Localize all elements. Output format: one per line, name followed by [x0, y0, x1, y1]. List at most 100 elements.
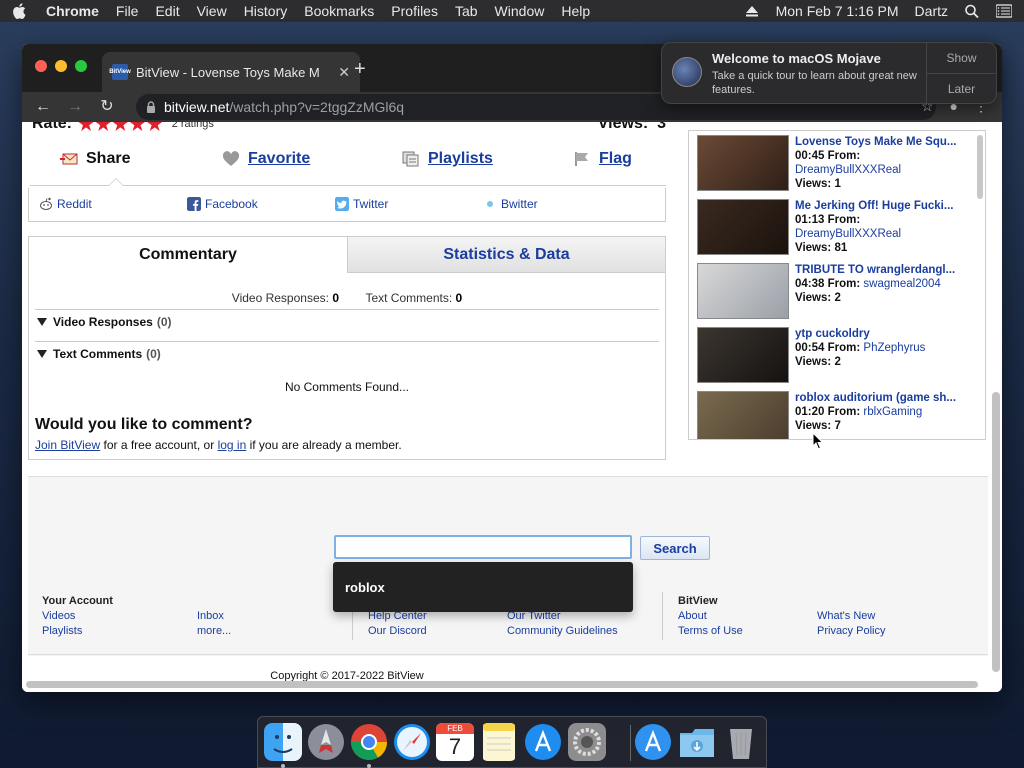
menu-bookmarks[interactable]: Bookmarks [304, 3, 374, 19]
new-tab-icon[interactable]: + [354, 58, 366, 81]
menubar-user[interactable]: Dartz [915, 3, 948, 19]
launchpad-icon[interactable] [307, 723, 345, 761]
response-counts: Video Responses: 0 Text Comments: 0 [29, 291, 665, 305]
macos-notification[interactable]: Welcome to macOS Mojave Take a quick tou… [661, 42, 997, 104]
notification-center-icon[interactable] [996, 4, 1012, 18]
video-thumbnail[interactable] [697, 263, 789, 319]
playlists-button[interactable]: Playlists [402, 150, 493, 168]
related-video-item[interactable]: Lovense Toys Make Me Squ... 00:45 From: Dr… [697, 135, 977, 193]
menu-app-name[interactable]: Chrome [46, 3, 99, 19]
menu-window[interactable]: Window [495, 3, 545, 19]
window-zoom-button[interactable] [75, 60, 87, 72]
related-video-item[interactable]: Me Jerking Off! Huge Fucki... 01:13 From:… [697, 199, 977, 257]
menu-file[interactable]: File [116, 3, 139, 19]
calendar-day: 7 [448, 734, 462, 759]
tab-close-icon[interactable]: ✕ [338, 64, 350, 81]
app-store-folder-icon[interactable] [634, 723, 672, 761]
footer-link-videos[interactable]: Videos [42, 609, 113, 624]
share-caret [108, 178, 124, 186]
footer-link-about[interactable]: About [678, 609, 743, 624]
footer-search-input[interactable] [334, 535, 632, 559]
search-autocomplete-suggestion[interactable]: roblox [333, 562, 633, 612]
related-video-title[interactable]: ytp cuckoldry [795, 327, 975, 341]
share-twitter-link[interactable]: Twitter [335, 197, 388, 211]
video-thumbnail[interactable] [697, 327, 789, 383]
back-icon[interactable]: ← [34, 98, 52, 116]
reload-icon[interactable]: ↻ [98, 98, 116, 116]
url-host: bitview.net [164, 99, 230, 115]
apple-icon[interactable] [12, 3, 26, 19]
notes-icon[interactable] [480, 723, 518, 761]
footer-link-playlists[interactable]: Playlists [42, 624, 113, 639]
trash-icon[interactable] [722, 723, 760, 761]
video-thumbnail[interactable] [697, 391, 789, 439]
related-video-user[interactable]: DreamyBullXXXReal [795, 228, 901, 240]
video-thumbnail[interactable] [697, 135, 789, 191]
related-video-title[interactable]: Me Jerking Off! Huge Fucki... [795, 199, 975, 213]
join-bitview-link[interactable]: Join BitView [35, 438, 100, 452]
menu-help[interactable]: Help [561, 3, 590, 19]
text-comments-toggle[interactable]: Text Comments (0) [37, 347, 659, 361]
flag-button[interactable]: Flag [573, 150, 632, 168]
notification-later-button[interactable]: Later [927, 73, 996, 103]
footer-link-privacy[interactable]: Privacy Policy [817, 624, 885, 639]
related-video-title[interactable]: Lovense Toys Make Me Squ... [795, 135, 975, 149]
related-video-user[interactable]: PhZephyrus [863, 342, 925, 354]
footer-link-whats-new[interactable]: What's New [817, 609, 885, 624]
rating-stars-icon[interactable]: ★★★★★ [78, 122, 164, 135]
footer-link-discord[interactable]: Our Discord [368, 624, 427, 639]
system-preferences-icon[interactable] [568, 723, 606, 761]
window-close-button[interactable] [35, 60, 47, 72]
bwitter-label: Bwitter [501, 197, 538, 211]
related-video-item[interactable]: ytp cuckoldry 00:54 From: PhZephyrus Views… [697, 327, 977, 385]
footer-col-account-2: Inbox more... [197, 609, 231, 639]
related-video-title[interactable]: roblox auditorium (game sh... [795, 391, 975, 405]
share-facebook-link[interactable]: Facebook [187, 197, 258, 211]
tab-commentary[interactable]: Commentary [29, 237, 348, 273]
related-video-item[interactable]: roblox auditorium (game sh... 01:20 From:… [697, 391, 977, 439]
finder-icon[interactable] [264, 723, 302, 761]
related-video-user[interactable]: swagmeal2004 [863, 278, 940, 290]
downloads-folder-icon[interactable] [678, 723, 716, 761]
spotlight-search-icon[interactable] [964, 4, 980, 18]
footer-link-guidelines[interactable]: Community Guidelines [507, 624, 618, 639]
footer-search-button[interactable]: Search [640, 536, 710, 560]
related-video-item[interactable]: TRIBUTE TO wranglerdangl... 04:38 From: s… [697, 263, 977, 321]
login-link[interactable]: log in [218, 438, 247, 452]
page-scrollbar[interactable] [992, 392, 1000, 672]
footer-link-more[interactable]: more... [197, 624, 231, 639]
footer-link-terms[interactable]: Terms of Use [678, 624, 743, 639]
related-video-user[interactable]: DreamyBullXXXReal [795, 164, 901, 176]
app-store-icon[interactable] [524, 723, 562, 761]
menu-profiles[interactable]: Profiles [391, 3, 438, 19]
menu-tab[interactable]: Tab [455, 3, 478, 19]
browser-tab-active[interactable]: BitView BitView - Lovense Toys Make M ✕ [102, 52, 360, 92]
notification-show-button[interactable]: Show [927, 43, 996, 73]
share-bwitter-link[interactable]: Bwitter [483, 197, 538, 211]
forward-icon[interactable]: → [66, 98, 84, 116]
menu-view[interactable]: View [197, 3, 227, 19]
horizontal-scrollbar[interactable] [26, 681, 978, 688]
video-thumbnail[interactable] [697, 199, 789, 255]
window-minimize-button[interactable] [55, 60, 67, 72]
lock-icon[interactable] [146, 101, 156, 113]
share-reddit-link[interactable]: Reddit [39, 197, 92, 211]
chrome-icon[interactable] [350, 723, 388, 761]
share-button[interactable]: Share [60, 150, 130, 168]
related-video-title[interactable]: TRIBUTE TO wranglerdangl... [795, 263, 975, 277]
menubar-clock[interactable]: Mon Feb 7 1:16 PM [776, 3, 899, 19]
eject-icon[interactable] [744, 4, 760, 18]
safari-icon[interactable] [393, 723, 431, 761]
related-scrollbar[interactable] [977, 135, 983, 199]
text-comments-heading-count: (0) [146, 347, 161, 361]
menu-history[interactable]: History [244, 3, 288, 19]
favorite-button[interactable]: Favorite [222, 150, 310, 168]
related-video-user[interactable]: rblxGaming [863, 406, 922, 418]
menu-edit[interactable]: Edit [155, 3, 179, 19]
footer-link-inbox[interactable]: Inbox [197, 609, 231, 624]
tab-statistics[interactable]: Statistics & Data [348, 237, 665, 273]
menu-bar: Chrome File Edit View History Bookmarks … [0, 0, 1024, 22]
video-responses-toggle[interactable]: Video Responses (0) [37, 315, 659, 329]
calendar-icon[interactable]: FEB 7 [436, 723, 474, 761]
calendar-month: FEB [436, 723, 474, 734]
